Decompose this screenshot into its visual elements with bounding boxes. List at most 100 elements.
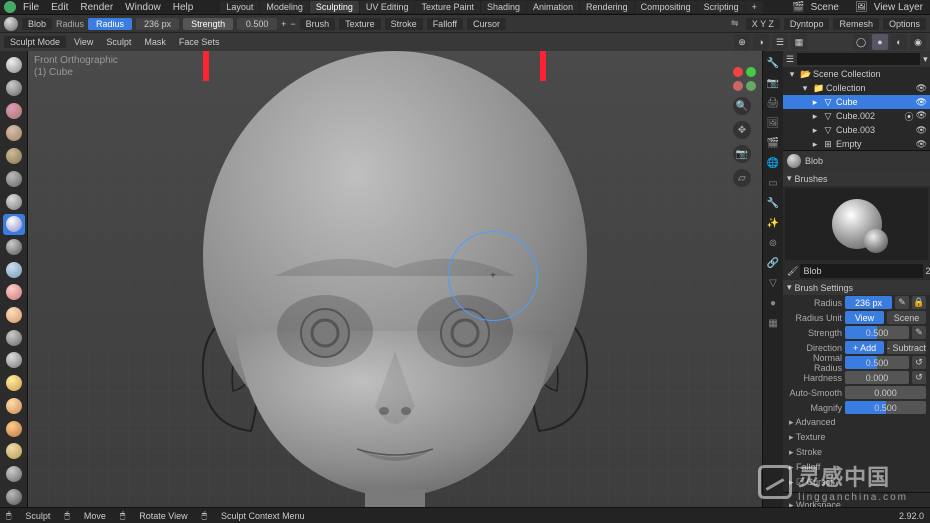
outliner-display-icon[interactable]: ☰ — [786, 54, 794, 65]
direction-add[interactable]: + Add — [845, 341, 884, 354]
normalradius-slider[interactable]: 0.500 — [845, 356, 909, 369]
vis-icon[interactable]: 👁 — [916, 97, 927, 108]
tool-claythumb[interactable] — [3, 146, 25, 167]
tab-texturepaint[interactable]: Texture Paint — [415, 1, 480, 13]
radius-value[interactable]: 236 px — [136, 18, 179, 30]
ptab-modifiers[interactable]: 🔧 — [765, 195, 781, 211]
section-workspace[interactable]: ▸ Workspace — [783, 498, 930, 507]
shading-matprev-icon[interactable]: ◐ — [891, 34, 907, 50]
ptab-physics[interactable]: ⊚ — [765, 235, 781, 251]
overlays-toggle-icon[interactable]: ☰ — [772, 34, 788, 50]
pan-icon[interactable]: ✥ — [733, 121, 751, 139]
vis-icon[interactable]: 👁 — [916, 110, 927, 123]
facesets-menu[interactable]: Face Sets — [174, 37, 225, 47]
ptab-object[interactable]: ▭ — [765, 175, 781, 191]
tool-fill[interactable] — [3, 305, 25, 326]
direction-subtract[interactable]: - Subtract — [887, 341, 926, 354]
outliner-scene-collection[interactable]: ▾📂Scene Collection — [783, 67, 930, 81]
strength-value[interactable]: 0.500 — [237, 18, 277, 30]
brush-preview[interactable] — [785, 188, 928, 260]
tool-thumb[interactable] — [3, 441, 25, 462]
tool-crease[interactable] — [3, 237, 25, 258]
shading-rendered-icon[interactable]: ◉ — [910, 34, 926, 50]
tool-clay[interactable] — [3, 100, 25, 121]
axis-y-icon[interactable] — [746, 67, 756, 77]
shading-wire-icon[interactable]: ◯ — [853, 34, 869, 50]
axis-neg-x-icon[interactable] — [733, 81, 743, 91]
mask-menu[interactable]: Mask — [139, 37, 171, 47]
tool-blob[interactable] — [3, 214, 25, 235]
menu-help[interactable]: Help — [168, 2, 199, 13]
overlay-icon[interactable]: ◑ — [753, 34, 769, 50]
sculpt-menu[interactable]: Sculpt — [101, 37, 136, 47]
tool-scrape[interactable] — [3, 327, 25, 348]
xray-icon[interactable]: ▦ — [791, 34, 807, 50]
section-cursor[interactable]: ▸ ☑ Cursor — [783, 475, 930, 490]
autosmooth-slider[interactable]: 0.000 — [845, 386, 926, 399]
outliner-row[interactable]: ▾📁Collection👁 — [783, 81, 930, 95]
options-dd[interactable]: Options — [883, 18, 926, 30]
vis-icon[interactable]: 👁 — [916, 125, 927, 136]
tab-sculpting[interactable]: Sculpting — [310, 1, 359, 13]
direction-plus-icon[interactable]: + — [281, 19, 286, 29]
tab-layout[interactable]: Layout — [220, 1, 259, 13]
menu-render[interactable]: Render — [75, 2, 118, 13]
ptab-render[interactable]: 📷 — [765, 75, 781, 91]
ptab-viewlayer[interactable]: 🖼 — [765, 115, 781, 131]
magnify-slider[interactable]: 0.500 — [845, 401, 926, 414]
viewport-nav-gizmo[interactable]: 🔍 ✥ 📷 ▱ — [733, 67, 756, 187]
zoom-icon[interactable]: 🔍 — [733, 97, 751, 115]
tab-uvediting[interactable]: UV Editing — [360, 1, 415, 13]
tab-add[interactable]: + — [746, 1, 763, 13]
texture-dd[interactable]: Texture — [339, 18, 381, 30]
brush-name-input[interactable] — [800, 264, 923, 278]
ptab-particles[interactable]: ✨ — [765, 215, 781, 231]
app-logo-icon[interactable] — [4, 1, 16, 13]
axis-neg-y-icon[interactable] — [746, 81, 756, 91]
tool-pinch[interactable] — [3, 350, 25, 371]
reset-icon[interactable]: ↺ — [912, 371, 926, 384]
falloff-dd[interactable]: Falloff — [427, 18, 463, 30]
radiusunit-scene[interactable]: Scene — [887, 311, 926, 324]
strength-slider[interactable]: 0.500 — [845, 326, 909, 339]
tool-grab[interactable] — [3, 373, 25, 394]
section-falloff[interactable]: ▸ Falloff — [783, 460, 930, 475]
symmetry-xyz[interactable]: X Y Z — [746, 18, 780, 30]
outliner-row[interactable]: ▸⊞Empty👁 — [783, 137, 930, 151]
scene-selector[interactable]: 🎬Scene — [789, 2, 842, 13]
remesh-dd[interactable]: Remesh — [833, 18, 879, 30]
view-menu[interactable]: View — [69, 37, 98, 47]
tab-rendering[interactable]: Rendering — [580, 1, 634, 13]
brush-name-field[interactable]: Blob — [22, 18, 52, 30]
tool-inflate[interactable] — [3, 191, 25, 212]
outliner-filter-icon[interactable]: ▾ — [923, 54, 928, 65]
outliner-search[interactable] — [797, 53, 920, 65]
tab-modeling[interactable]: Modeling — [260, 1, 309, 13]
shading-solid-icon[interactable]: ● — [872, 34, 888, 50]
pressure-radius-icon[interactable]: ✎ — [895, 296, 909, 309]
ptab-constraints[interactable]: 🔗 — [765, 255, 781, 271]
ptab-texture[interactable]: ▦ — [765, 315, 781, 331]
tool-smooth[interactable] — [3, 259, 25, 280]
ptab-world[interactable]: 🌐 — [765, 155, 781, 171]
vis-icon[interactable]: 👁 — [916, 139, 927, 150]
pressure-strength-icon[interactable]: ✎ — [912, 326, 926, 339]
3d-viewport[interactable]: Front Orthographic (1) Cube 🔍 ✥ 📷 ▱ — [28, 51, 762, 507]
cursor-dd[interactable]: Cursor — [467, 18, 506, 30]
section-texture[interactable]: ▸ Texture — [783, 430, 930, 445]
persp-icon[interactable]: ▱ — [733, 169, 751, 187]
menu-edit[interactable]: Edit — [46, 2, 73, 13]
tool-snakehook[interactable] — [3, 418, 25, 439]
tool-flatten[interactable] — [3, 282, 25, 303]
outliner-row[interactable]: ▸▽Cube.003👁 — [783, 123, 930, 137]
section-stroke[interactable]: ▸ Stroke — [783, 445, 930, 460]
section-advanced[interactable]: ▸ Advanced — [783, 415, 930, 430]
radius-pill[interactable]: Radius — [88, 18, 132, 30]
outliner-row[interactable]: ▸▽Cube.002⦿👁 — [783, 109, 930, 123]
reset-icon[interactable]: ↺ — [912, 356, 926, 369]
menu-window[interactable]: Window — [120, 2, 166, 13]
ptab-output[interactable]: 🖨 — [765, 95, 781, 111]
vis-icon[interactable]: 👁 — [916, 83, 927, 94]
tool-elastic[interactable] — [3, 396, 25, 417]
tool-claystrips[interactable] — [3, 123, 25, 144]
